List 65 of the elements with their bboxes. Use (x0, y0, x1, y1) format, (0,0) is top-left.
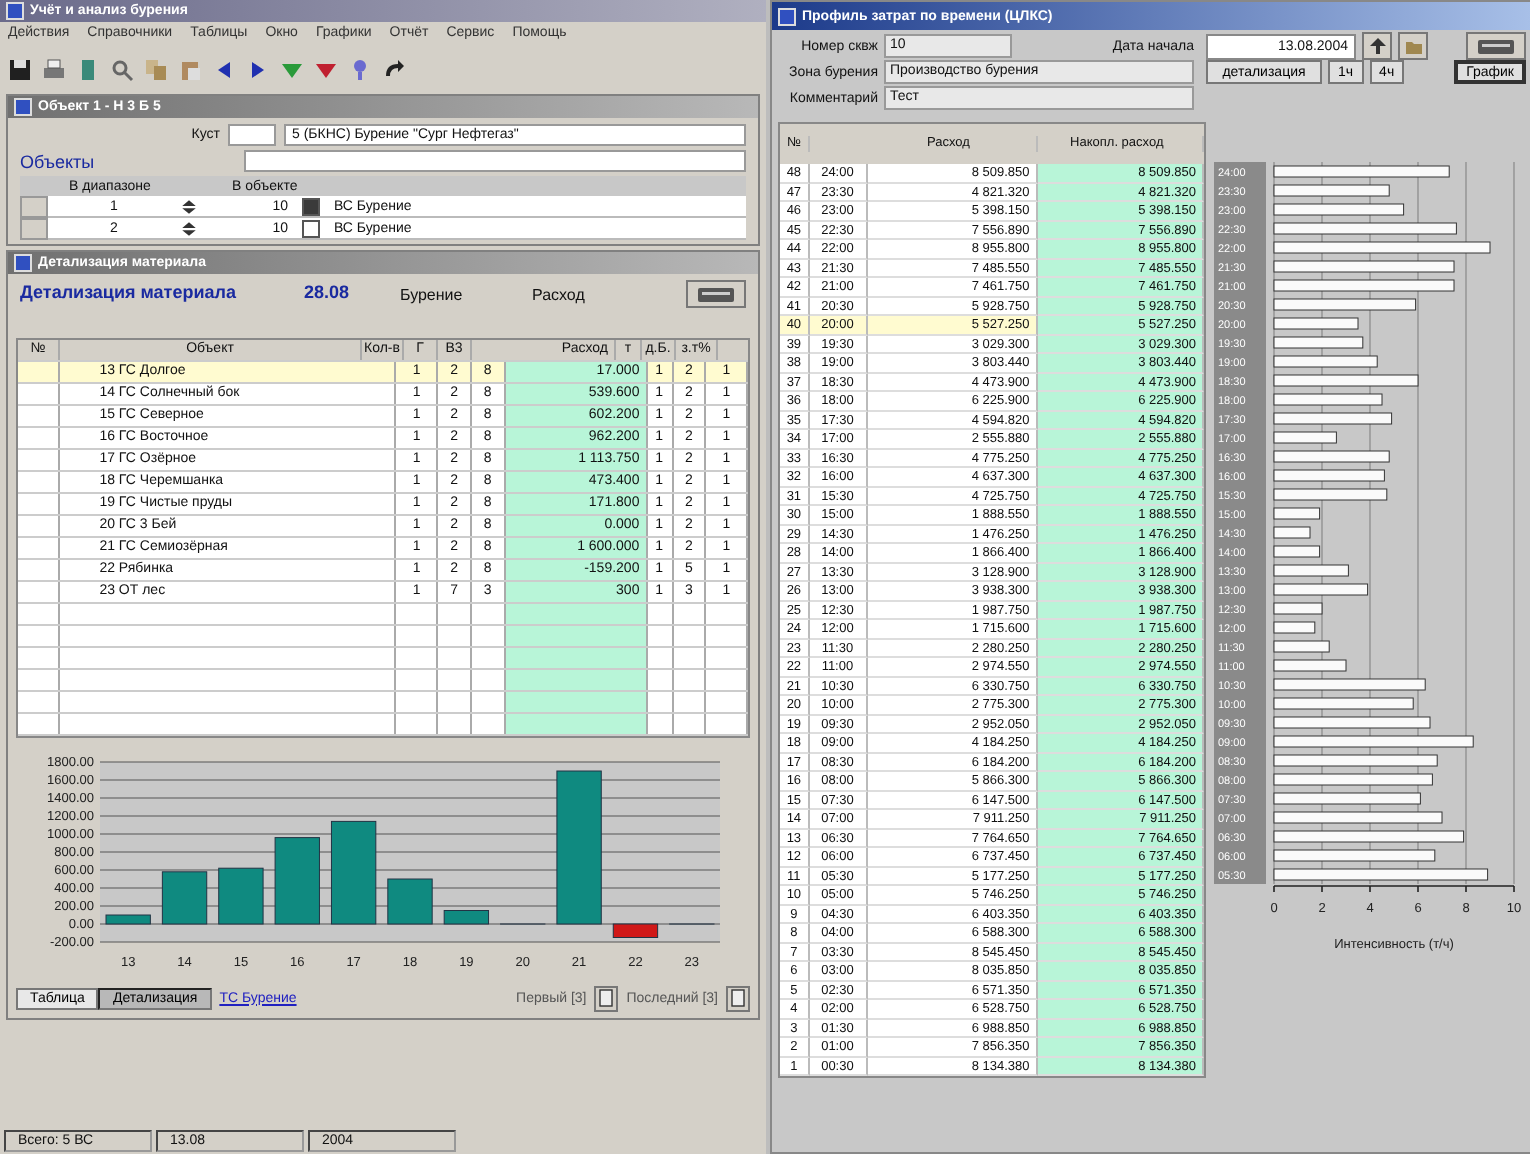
chart-bar (1273, 336, 1364, 349)
chart-bar (1273, 640, 1330, 653)
find-icon[interactable] (110, 58, 134, 82)
checkbox[interactable] (302, 219, 320, 237)
app-icon (6, 2, 24, 20)
column-group-header: Бурение (400, 286, 463, 304)
delete-icon[interactable] (314, 58, 338, 82)
text-field[interactable] (244, 150, 746, 172)
table-cell (505, 692, 648, 712)
chart-bar (1273, 450, 1390, 463)
chart-bar (1273, 602, 1323, 615)
chart-bar (218, 867, 264, 925)
document-icon (730, 988, 746, 1008)
save-icon[interactable] (8, 58, 32, 82)
chart-bar (1273, 412, 1393, 425)
document-icon (598, 988, 615, 1008)
chart-bar (1273, 317, 1359, 330)
printer-icon[interactable] (42, 58, 66, 82)
chart-bar (1273, 583, 1369, 596)
chart-bar (1273, 621, 1316, 634)
keyboard-icon (696, 284, 736, 304)
chart-bar (1273, 507, 1321, 520)
chart-bar (1273, 203, 1405, 216)
app-icon (14, 98, 32, 116)
chart-bar (1273, 526, 1311, 539)
chart-bar (1273, 355, 1378, 368)
code-field[interactable] (228, 124, 276, 146)
up-button[interactable] (1362, 32, 1392, 60)
chart-bar (330, 820, 377, 925)
chart-bar (1273, 393, 1383, 406)
chart-bar (1273, 659, 1347, 672)
chart-bar (387, 878, 433, 925)
app-icon (778, 7, 796, 25)
table-cell (505, 604, 648, 624)
chart-bar (1273, 431, 1337, 444)
up-arrow-icon (1367, 36, 1387, 56)
keyboard-button[interactable] (686, 280, 746, 308)
section-label: Объекты (20, 151, 97, 171)
table-cell (505, 648, 648, 668)
table-cell (505, 670, 648, 690)
chart-bar (105, 914, 151, 925)
checkbox[interactable] (302, 197, 320, 215)
chart-bar (1273, 298, 1417, 311)
date-label: 28.08 (304, 282, 350, 302)
keyboard-button[interactable] (1466, 32, 1526, 60)
chart-bar (1273, 564, 1349, 577)
chart-bar (1273, 469, 1385, 482)
chart-bar (1273, 488, 1388, 501)
first-button[interactable] (594, 985, 619, 1011)
table-cell (505, 626, 648, 646)
keyboard-icon (1476, 36, 1516, 56)
table-cell (505, 714, 648, 734)
undo-icon[interactable] (382, 58, 406, 82)
heading: Детализация материала (20, 282, 236, 302)
chart-bar (1273, 697, 1414, 710)
chart-bar (612, 923, 659, 938)
folder-icon (1403, 36, 1423, 56)
chart-bar (1273, 184, 1390, 197)
chart-bar (443, 910, 490, 925)
column-group-header: Расход (532, 286, 585, 304)
chart-bar (161, 871, 208, 925)
chart-bar (274, 837, 320, 925)
app-icon (14, 254, 32, 272)
last-button[interactable] (726, 985, 750, 1011)
chart-bar (1273, 545, 1321, 558)
